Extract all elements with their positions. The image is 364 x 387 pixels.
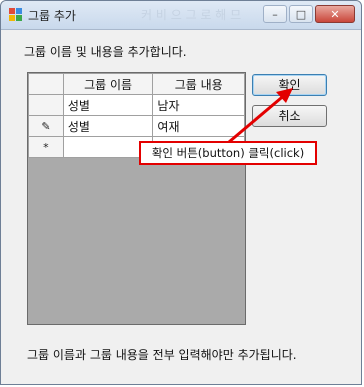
annotation-arrow-icon [228, 88, 293, 144]
annotation-callout: 확인 버튼(button) 클릭(click) [139, 141, 317, 165]
